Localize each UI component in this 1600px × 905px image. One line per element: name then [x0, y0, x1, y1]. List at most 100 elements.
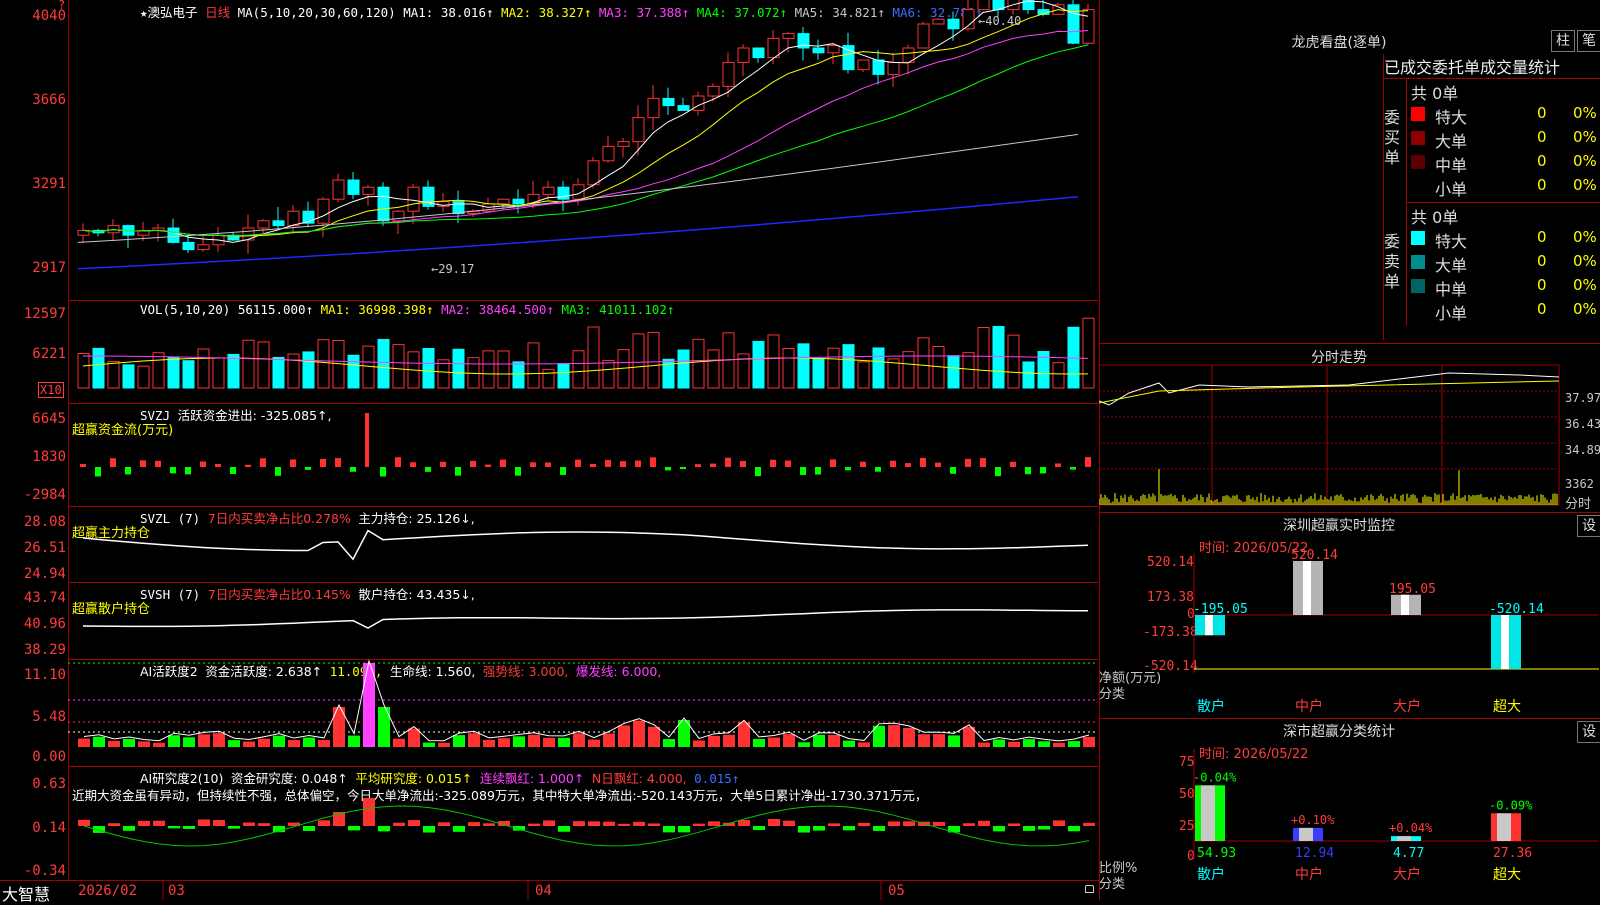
active-bar	[948, 735, 960, 747]
dragon-title: 龙虎看盘(逐单)	[1291, 35, 1387, 51]
volume-bar	[557, 363, 570, 389]
column-button[interactable]: 柱	[1551, 30, 1575, 52]
net-amount-chart[interactable]: -195.05 散户 520.14 中户 195.05 大户 -520.14 超大	[1099, 513, 1600, 719]
ai-research-panel[interactable]: AI研究度2(10) 资金研究度: 0.048↑ 平均研究度: 0.015↑ 连…	[68, 766, 1098, 881]
dragon-table: 委买单 共 0单 特大 0 0% 大单 0 0% 中单 0 0% 小单 0 0% 委卖单 共 0单 特…	[1383, 78, 1600, 340]
volume-bar	[812, 358, 825, 389]
sell-total: 共 0单	[1411, 208, 1459, 227]
svsh-y-axis: 43.74 40.96 38.29	[0, 582, 69, 659]
research-bar	[213, 820, 225, 826]
active-bar	[978, 742, 990, 747]
svsh-panel[interactable]: SVSH (7) 7日内买卖净占比0.145% 散户持仓: 43.435↓, 超…	[68, 582, 1098, 660]
question-mark[interactable]: ?	[58, 0, 65, 12]
active-bar	[348, 735, 360, 747]
candle-body	[1067, 4, 1080, 44]
flow-bar	[725, 457, 731, 467]
active-bar	[588, 739, 600, 747]
research-bar	[1023, 826, 1035, 831]
flow-bar	[425, 467, 431, 472]
dragon-tabs[interactable]: 已成交委托单成交量统计	[1383, 54, 1600, 79]
active-bar	[888, 725, 900, 747]
svzl-panel[interactable]: SVZL (7) 7日内买卖净占比0.278% 主力持仓: 25.126↓, 超…	[68, 506, 1098, 583]
flow-bar	[905, 463, 911, 467]
flow-bar	[170, 467, 176, 474]
svzj-panel[interactable]: SVZJ 活跃资金进出: -325.085↑, 超赢资金流(万元)	[68, 403, 1098, 507]
candle-body	[857, 59, 870, 71]
ai-research-y-axis: 0.63 0.14 -0.34	[0, 766, 69, 880]
research-bar	[168, 826, 180, 829]
flow-bar	[455, 467, 461, 476]
main-kline-panel[interactable]: ★澳弘电子 日线 MA(5,10,20,30,60,120) MA1: 38.0…	[68, 0, 1098, 301]
volume-bar	[872, 347, 885, 389]
fund-flow-chart[interactable]	[68, 403, 1098, 506]
net-value-label: -520.14	[1489, 602, 1544, 617]
volume-bar	[77, 353, 90, 389]
net-bar-highlight	[1303, 561, 1311, 615]
active-bar	[603, 733, 615, 747]
buy-row-pct: 0%	[1573, 128, 1597, 146]
volume-bar	[977, 327, 990, 389]
candle-body	[512, 198, 525, 205]
research-bar	[993, 826, 1005, 832]
research-bar	[888, 821, 900, 826]
volume-bar	[167, 356, 180, 389]
volume-bar	[1007, 334, 1020, 389]
volume-bar	[377, 338, 390, 389]
intraday-panel[interactable]: 分时走势 37.97 36.43 34.89 3362 分时	[1099, 345, 1600, 512]
volume-bar	[497, 350, 510, 389]
volume-bar	[692, 338, 705, 389]
intraday-chart[interactable]	[1099, 345, 1600, 512]
ai-active-chart[interactable]	[68, 659, 1098, 766]
volume-bar	[182, 360, 195, 389]
svzj-y-axis: 6645 1830 -2984	[0, 403, 69, 506]
ratio-chart[interactable]: -0.04% 54.93 散户 +0.10% 12.94 中户 +0.04% 4.77 大户 -0…	[1099, 719, 1600, 901]
research-bar	[438, 822, 450, 826]
flow-bar	[875, 467, 881, 472]
volume-chart[interactable]	[68, 300, 1098, 403]
tick: 6645	[32, 411, 66, 427]
flow-bar	[1085, 457, 1091, 467]
volume-panel[interactable]: VOL(5,10,20) 56115.000↑ MA1: 36998.398↑ …	[68, 300, 1098, 404]
sz-monitor-panel[interactable]: 深圳超赢实时监控 设 时间: 2026/05/22 520.14 173.38 …	[1099, 512, 1600, 719]
candle-body	[497, 198, 510, 205]
ai-active-y-axis: 11.10 5.48 0.00	[0, 659, 69, 766]
flow-bar	[545, 462, 551, 467]
stroke-button[interactable]: 笔	[1577, 30, 1600, 52]
sz-class-panel[interactable]: 深市超赢分类统计 设 时间: 2026/05/22 75 50 25 0 比例%…	[1099, 718, 1600, 901]
research-bar	[828, 823, 840, 826]
high-price-label: ←40.40	[978, 14, 1022, 28]
candlestick-chart[interactable]	[68, 0, 1098, 300]
candle-body	[452, 201, 465, 215]
volume-bar	[827, 347, 840, 389]
research-bar	[528, 823, 540, 826]
flow-bar	[845, 467, 851, 471]
flow-bar	[650, 457, 656, 467]
active-bar	[93, 736, 105, 747]
sell-row-value: 0	[1537, 228, 1547, 246]
buy-row-value: 0	[1537, 176, 1547, 194]
category-label: 散户	[1197, 866, 1225, 883]
value-label: 4.77	[1393, 846, 1424, 861]
volume-bar	[107, 361, 120, 389]
candle-body	[752, 47, 765, 59]
flow-bar	[695, 464, 701, 467]
buy-row-name: 小单	[1435, 180, 1468, 199]
research-bar	[618, 823, 630, 826]
svzl-y-axis: 28.08 26.51 24.94	[0, 506, 69, 582]
flow-bar	[770, 459, 776, 467]
candle-body	[737, 47, 750, 63]
research-bar	[1068, 826, 1080, 832]
flow-bar	[95, 467, 101, 477]
active-bar	[753, 738, 765, 747]
volume-bar	[392, 344, 405, 389]
active-bar	[408, 728, 420, 747]
main-holding-chart[interactable]	[68, 506, 1098, 582]
ai-active-panel[interactable]: AI活跃度2 资金活跃度: 2.638↑ 11.095, 生命线: 1.560,…	[68, 659, 1098, 767]
tick: 6221	[32, 346, 66, 362]
candle-body	[842, 45, 855, 71]
retail-holding-chart[interactable]	[68, 582, 1098, 659]
flow-bar	[560, 467, 566, 475]
ai-research-chart[interactable]	[68, 766, 1098, 880]
active-bar	[468, 733, 480, 747]
research-bar	[738, 820, 750, 826]
